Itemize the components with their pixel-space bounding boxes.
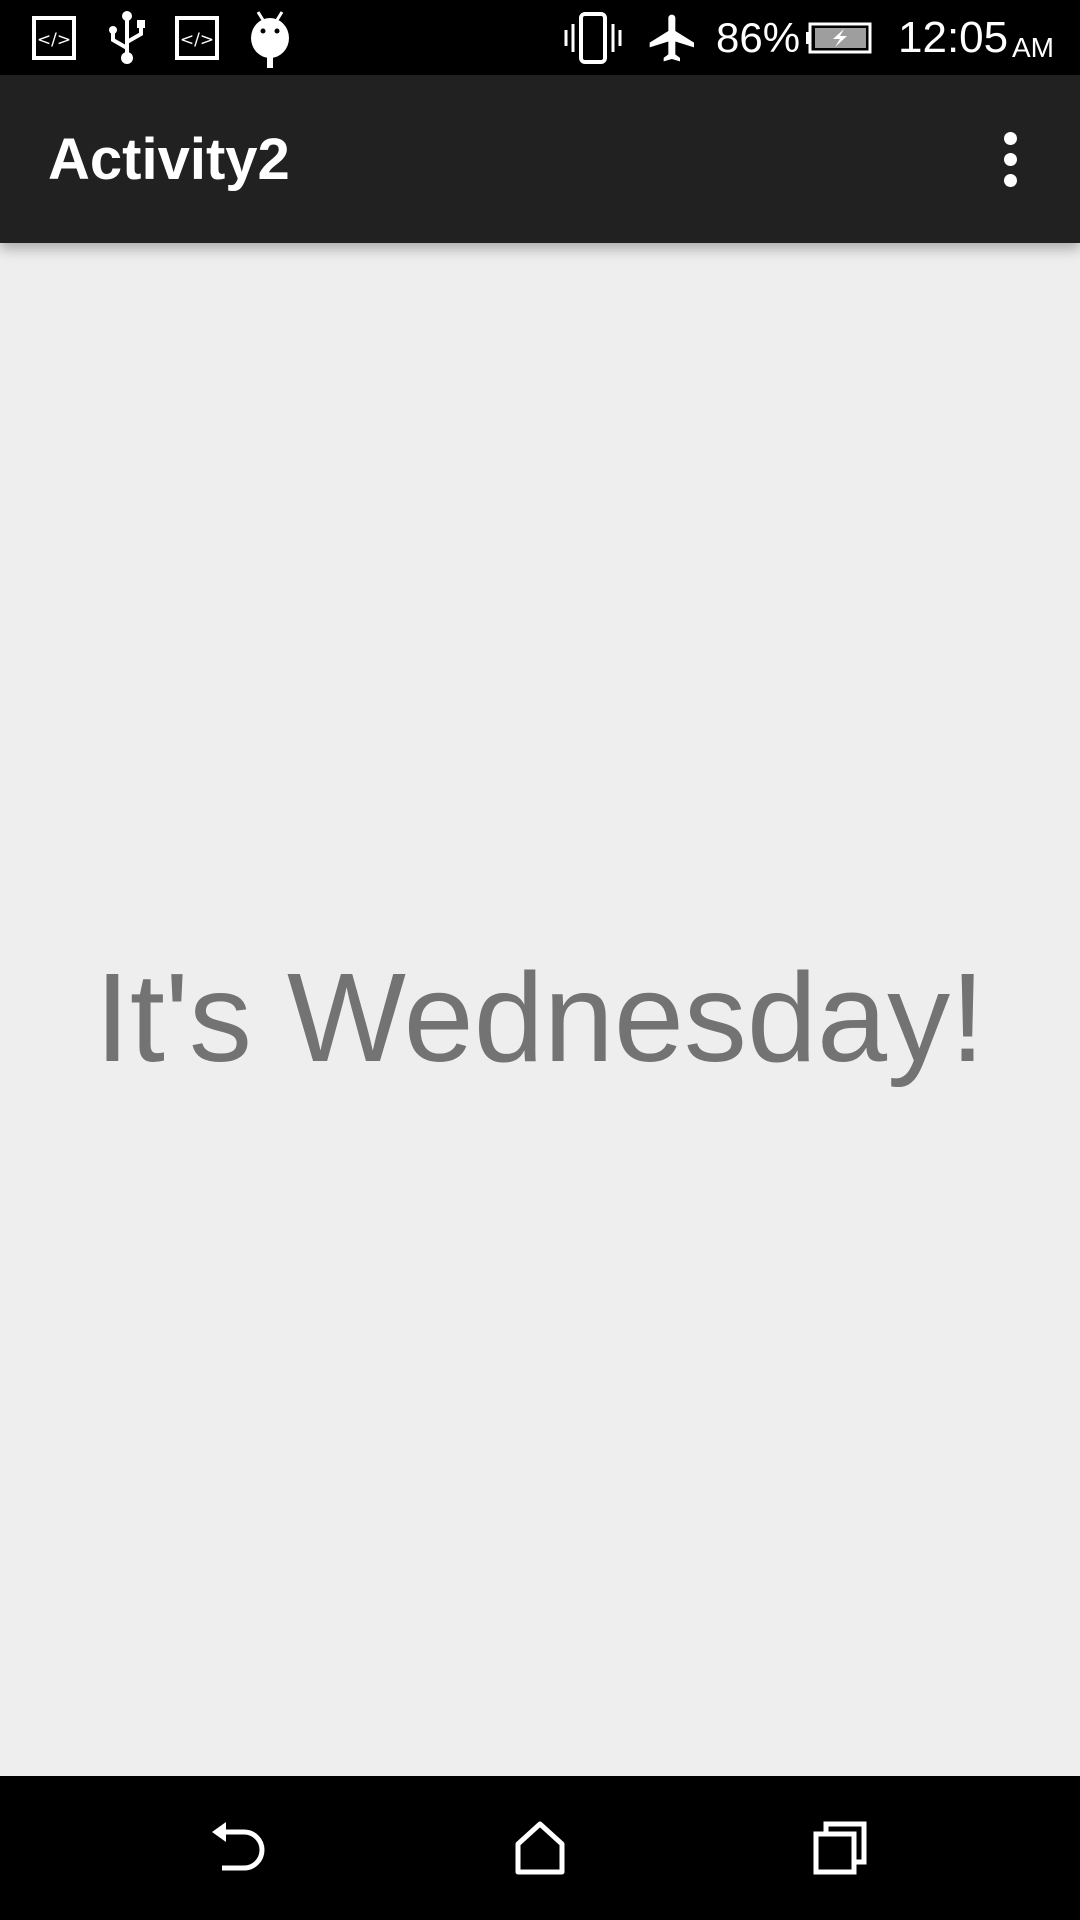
back-button[interactable] [150,1776,330,1920]
recents-button[interactable] [750,1776,930,1920]
navigation-bar [0,1776,1080,1920]
svg-text:</>: </> [180,30,214,50]
more-options-button[interactable] [970,119,1050,199]
home-icon [515,1821,565,1875]
svg-text:</>: </> [37,30,71,50]
app-title: Activity2 [48,126,290,192]
code-icon: </> [28,0,80,75]
usb-icon [102,0,152,75]
status-bar: </> </> 86% 12:05 AM [0,0,1080,75]
app-bar: Activity2 [0,75,1080,243]
clock-time: 12:05 [898,12,1009,62]
android-debug-icon [244,0,296,75]
code-icon: </> [171,0,223,75]
recents-icon [813,1821,867,1875]
more-vert-icon [1003,131,1017,145]
vibrate-icon [562,0,624,75]
message-text: It's Wednesday! [94,947,986,1088]
clock-ampm: AM [1012,31,1054,63]
main-content: It's Wednesday! [0,243,1080,1776]
home-button[interactable] [450,1776,630,1920]
airplane-mode-icon [644,0,702,75]
battery-percent: 86% [716,13,801,61]
battery-charging-icon [804,0,876,75]
back-icon [212,1822,265,1871]
